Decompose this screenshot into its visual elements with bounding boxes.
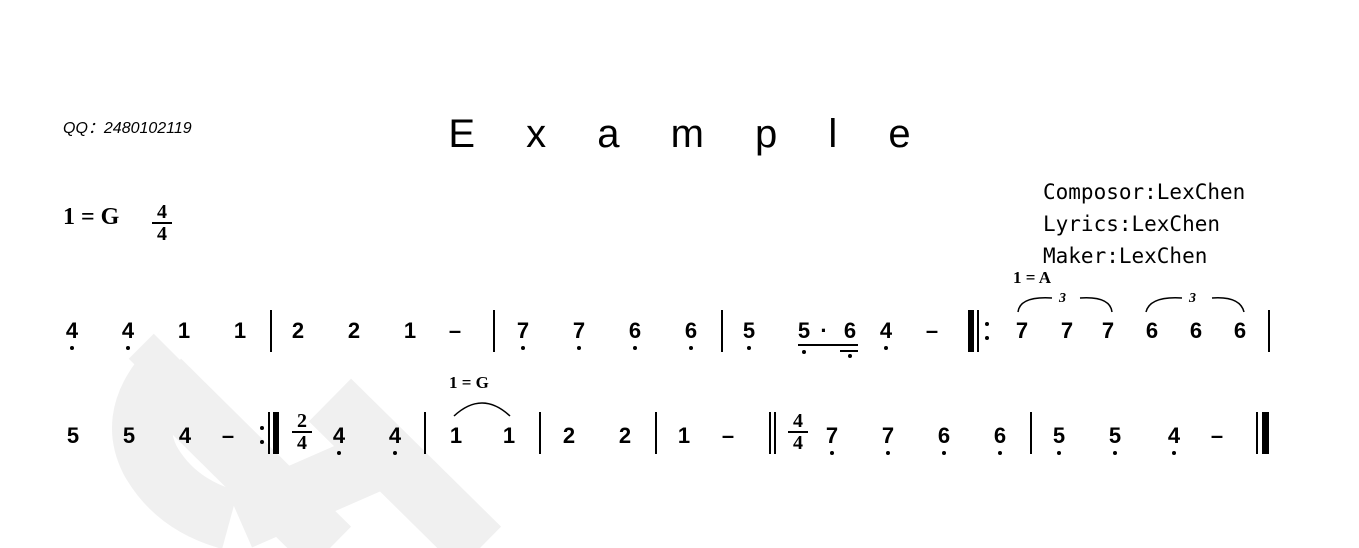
note: 4 <box>121 318 135 343</box>
note: 6 <box>1145 318 1159 343</box>
note: 5 <box>797 318 811 343</box>
barline <box>539 412 541 454</box>
note: 1 <box>449 423 463 448</box>
triplet-mark: 3 <box>1059 291 1066 306</box>
note: 7 <box>881 423 895 448</box>
barline <box>493 310 495 352</box>
watermark-logo <box>112 333 502 548</box>
time-signature-top: 4 <box>157 201 167 223</box>
note: 6 <box>1189 318 1203 343</box>
dash: – <box>721 423 735 448</box>
note: 2 <box>562 423 576 448</box>
note: 4 <box>332 423 346 448</box>
note: 7 <box>1101 318 1115 343</box>
triplet-mark: 3 <box>1189 291 1196 306</box>
note: 5 <box>66 423 80 448</box>
underline <box>798 344 858 346</box>
note: 2 <box>618 423 632 448</box>
dash: – <box>925 318 939 343</box>
note: 1 <box>502 423 516 448</box>
note: 4 <box>65 318 79 343</box>
barline <box>1030 412 1032 454</box>
underline <box>840 350 858 352</box>
note: 4 <box>178 423 192 448</box>
time-change-bottom: 4 <box>793 432 803 454</box>
note: 1 <box>677 423 691 448</box>
barline <box>721 310 723 352</box>
note: 5 <box>1052 423 1066 448</box>
note: 5 <box>1108 423 1122 448</box>
time-signature: 4 4 <box>150 201 174 245</box>
note: 2 <box>291 318 305 343</box>
note: 6 <box>1233 318 1247 343</box>
time-change-top: 2 <box>297 410 307 432</box>
barline <box>270 310 272 352</box>
note: 2 <box>347 318 361 343</box>
note: 4 <box>879 318 893 343</box>
note: 6 <box>993 423 1007 448</box>
score-title: E x a m p l e <box>448 112 931 156</box>
tie <box>453 402 511 417</box>
note: 7 <box>825 423 839 448</box>
key-signature: 1 = G <box>63 204 120 230</box>
barline <box>655 412 657 454</box>
time-change-bottom: 4 <box>297 432 307 454</box>
maker-credit: Maker:LexChen <box>1043 244 1208 268</box>
composer-credit: Composor:LexChen <box>1043 180 1246 204</box>
note: 6 <box>684 318 698 343</box>
time-signature-bottom: 4 <box>157 223 167 245</box>
repeat-end <box>268 412 270 454</box>
note: 6 <box>843 318 857 343</box>
repeat-start <box>968 310 974 352</box>
final-barline <box>1256 412 1258 454</box>
note: 7 <box>1060 318 1074 343</box>
note: 7 <box>1015 318 1029 343</box>
note: 6 <box>628 318 642 343</box>
credits: Composor:LexChen Lyrics:LexChen Maker:Le… <box>1043 176 1245 272</box>
time-change: 2 4 <box>290 410 314 454</box>
note: 4 <box>1167 423 1181 448</box>
double-barline <box>769 412 771 454</box>
note: 7 <box>572 318 586 343</box>
note: 5 <box>122 423 136 448</box>
note: 1 <box>177 318 191 343</box>
note: 1 <box>403 318 417 343</box>
note: 6 <box>937 423 951 448</box>
barline <box>424 412 426 454</box>
dash: – <box>1210 423 1224 448</box>
time-change-top: 4 <box>793 410 803 432</box>
lyrics-credit: Lyrics:LexChen <box>1043 212 1221 236</box>
key-change: 1 = G <box>449 373 489 392</box>
note: 1 <box>233 318 247 343</box>
augmentation-dot: · <box>820 318 828 343</box>
triplet-slurs <box>1017 297 1245 313</box>
note: 5 <box>742 318 756 343</box>
dash: – <box>221 423 235 448</box>
time-change: 4 4 <box>786 410 810 454</box>
note: 7 <box>516 318 530 343</box>
note: 4 <box>388 423 402 448</box>
key-change: 1 = A <box>1013 268 1052 287</box>
dash: – <box>448 318 462 343</box>
barline <box>1268 310 1270 352</box>
